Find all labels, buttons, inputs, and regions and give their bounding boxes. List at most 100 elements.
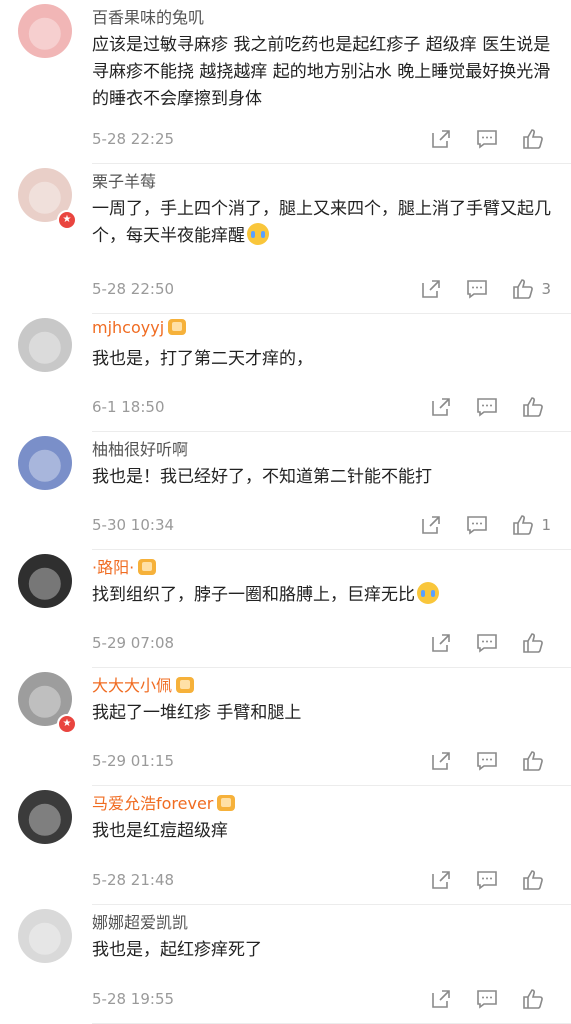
share-button[interactable] [429,631,453,655]
avatar-face [28,181,62,214]
thumbs-up-icon [523,870,543,890]
thumbs-up-icon [523,397,543,417]
reply-button[interactable] [475,868,499,892]
avatar[interactable] [18,554,72,608]
share-icon [432,990,450,1008]
avatar[interactable] [18,436,72,490]
avatar-face [28,567,62,600]
avatar[interactable] [18,4,72,58]
username-text[interactable]: 百香果味的兔叽 [92,8,204,27]
comment-item: 柚柚很好听啊 我也是！我已经好了，不知道第二针能不能打 5-30 10:34 1 [0,432,571,550]
avatar-face [28,17,62,50]
crying-emoji-icon [247,223,269,245]
avatar-face [28,803,62,836]
like-button[interactable]: 3 [511,277,551,301]
avatar[interactable] [18,318,72,372]
like-button[interactable] [521,127,551,151]
comment-body: 我也是红痘超级痒 [92,821,228,841]
username-text[interactable]: 柚柚很好听啊 [92,440,188,459]
reply-button[interactable] [465,277,489,301]
crying-emoji-icon [417,582,439,604]
username-text[interactable]: 大大大小佩 [92,676,172,695]
comment-icon [477,634,497,653]
share-button[interactable] [429,987,453,1011]
thumbs-up-icon [523,129,543,149]
username-text[interactable]: 栗子羊莓 [92,172,156,191]
comment-icon [477,752,497,771]
comment-text: 我也是红痘超级痒 [92,818,557,845]
like-button[interactable] [521,868,551,892]
timestamp: 6-1 18:50 [92,398,165,416]
share-button[interactable] [429,127,453,151]
comment-body: 找到组织了，脖子一圈和胳膊上，巨痒无比 [92,585,415,605]
comment-body: 应该是过敏寻麻疹 我之前吃药也是起红疹子 超级痒 医生说是寻麻疹不能挠 越挠越痒… [92,35,551,109]
username[interactable]: 马爱允浩forever [92,790,236,814]
vip-crown-icon [168,319,187,335]
comment-list: 百香果味的兔叽 应该是过敏寻麻疹 我之前吃药也是起红疹子 超级痒 医生说是寻麻疹… [0,0,571,1024]
vip-crown-icon [217,795,236,811]
reply-button[interactable] [465,513,489,537]
username-text[interactable]: ·路阳· [92,558,134,577]
like-button[interactable]: 1 [511,513,551,537]
comment-item: ·路阳· 找到组织了，脖子一圈和胳膊上，巨痒无比 5-29 07:08 [0,550,571,668]
username[interactable]: 柚柚很好听啊 [92,436,188,460]
comment-item: ★ 栗子羊莓 一周了，手上四个消了，腿上又来四个，腿上消了手臂又起几个，每天半夜… [0,164,571,314]
share-button[interactable] [429,749,453,773]
username[interactable]: mjhcoyyj [92,318,187,337]
reply-button[interactable] [475,395,499,419]
comment-item: 百香果味的兔叽 应该是过敏寻麻疹 我之前吃药也是起红疹子 超级痒 医生说是寻麻疹… [0,0,571,164]
username[interactable]: 大大大小佩 [92,672,195,696]
action-bar [429,987,551,1011]
share-button[interactable] [419,277,443,301]
avatar-face [28,922,62,955]
username[interactable]: 栗子羊莓 [92,168,156,192]
verified-badge: ★ [57,714,77,734]
avatar[interactable] [18,909,72,963]
share-button[interactable] [429,868,453,892]
comment-text: 我也是！我已经好了，不知道第二针能不能打 [92,464,557,491]
share-button[interactable] [419,513,443,537]
comment-icon [477,130,497,149]
thumbs-up-icon [523,633,543,653]
username-text[interactable]: 马爱允浩forever [92,794,213,813]
like-button[interactable] [521,749,551,773]
comment-text: 应该是过敏寻麻疹 我之前吃药也是起红疹子 超级痒 医生说是寻麻疹不能挠 越挠越痒… [92,32,557,113]
username[interactable]: 百香果味的兔叽 [92,4,204,28]
comment-text: 我也是，打了第二天才痒的， [92,346,557,373]
comment-body: 我起了一堆红疹 手臂和腿上 [92,703,302,723]
thumbs-up-icon [513,279,534,299]
username-text[interactable]: 娜娜超爱凯凯 [92,913,188,932]
like-button[interactable] [521,395,551,419]
like-button[interactable] [521,987,551,1011]
timestamp: 5-30 10:34 [92,516,175,534]
reply-button[interactable] [475,631,499,655]
comment-body: 我也是！我已经好了，不知道第二针能不能打 [92,467,432,487]
reply-button[interactable] [475,749,499,773]
like-count: 3 [541,280,551,298]
comment-text: 一周了，手上四个消了，腿上又来四个，腿上消了手臂又起几个，每天半夜能痒醒 [92,196,557,250]
like-button[interactable] [521,631,551,655]
reply-button[interactable] [475,127,499,151]
avatar-face [28,685,62,718]
comment-body: 我也是，打了第二天才痒的， [92,349,313,369]
comment-icon [477,398,497,417]
comment-item: 马爱允浩forever 我也是红痘超级痒 5-28 21:48 [0,786,571,905]
reply-button[interactable] [475,987,499,1011]
avatar-face [28,449,62,482]
avatar[interactable] [18,790,72,844]
action-bar [429,631,551,655]
timestamp: 5-28 21:48 [92,871,175,889]
timestamp: 5-29 07:08 [92,634,175,652]
username[interactable]: ·路阳· [92,554,157,578]
comment-item: ★ 大大大小佩 我起了一堆红疹 手臂和腿上 5-29 01:15 [0,668,571,786]
username[interactable]: 娜娜超爱凯凯 [92,909,188,933]
timestamp: 5-28 22:50 [92,280,175,298]
like-count: 1 [541,516,551,534]
share-icon [432,634,450,652]
share-button[interactable] [429,395,453,419]
share-icon [432,752,450,770]
avatar-face [28,331,62,364]
comment-icon [477,990,497,1009]
share-icon [422,280,441,298]
username-text[interactable]: mjhcoyyj [92,318,164,337]
